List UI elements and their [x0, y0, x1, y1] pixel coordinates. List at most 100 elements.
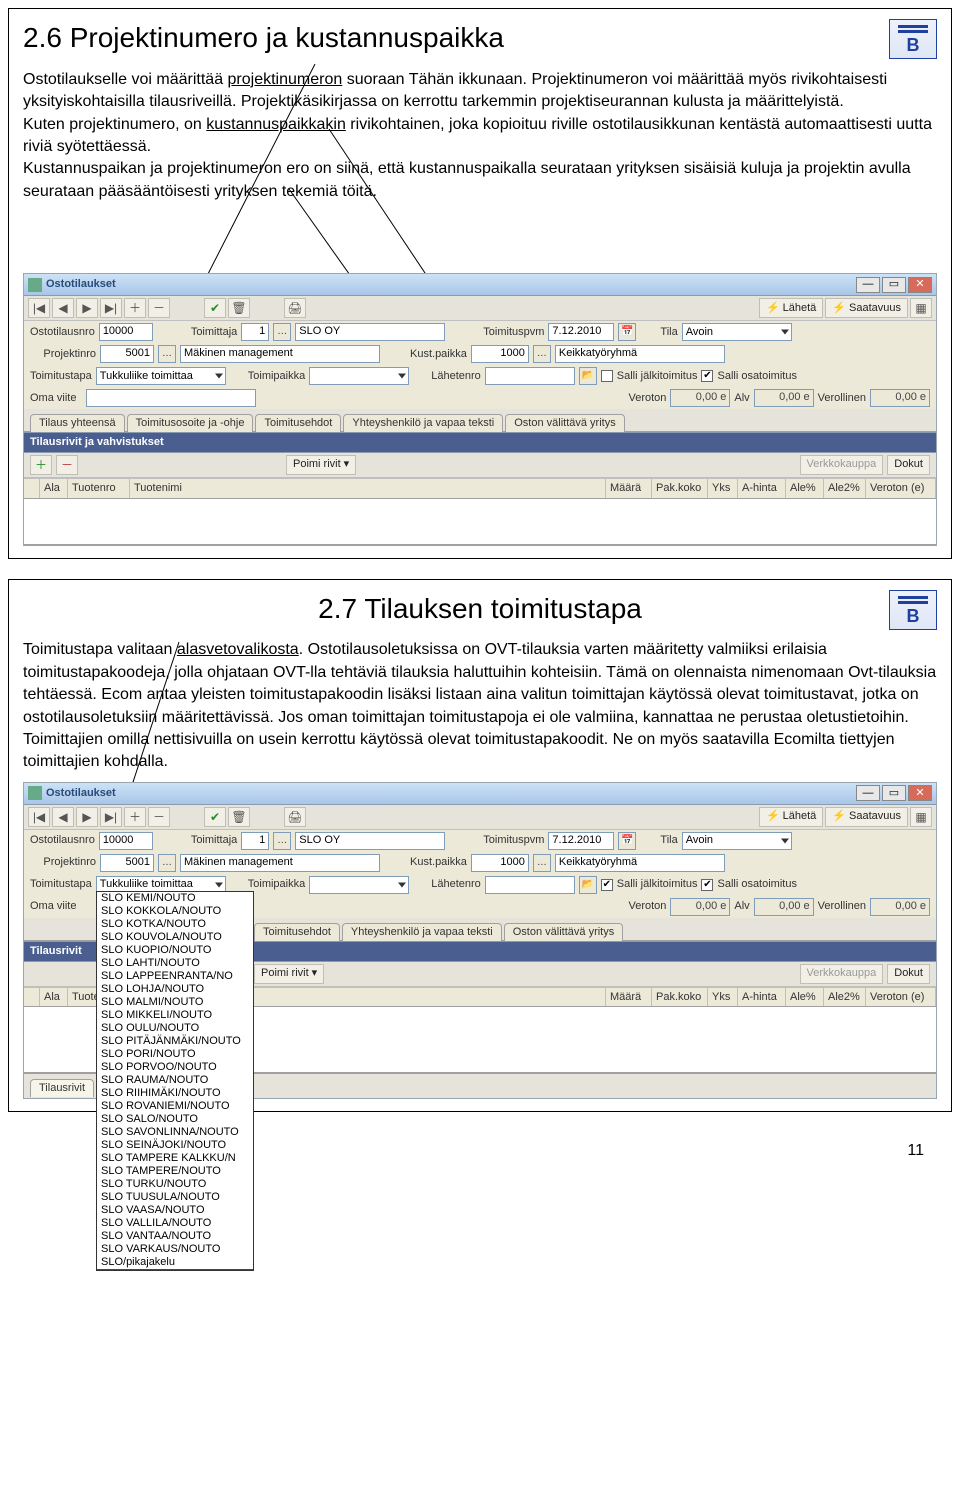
dropdown-option[interactable]: SLO TAMPERE/NOUTO [97, 1165, 253, 1178]
lookup-toimittaja-icon[interactable]: … [273, 323, 291, 341]
col-ahinta[interactable]: A-hinta [738, 479, 786, 498]
verkkokauppa-button-2[interactable]: Verkkokauppa [800, 964, 884, 984]
field-kustpaikka-nimi[interactable]: Keikkatyöryhmä [555, 345, 725, 363]
lookup-projekti-icon[interactable]: … [158, 345, 176, 363]
verkkokauppa-button[interactable]: Verkkokauppa [800, 455, 884, 475]
col-pakkoko[interactable]: Pak.koko [652, 479, 708, 498]
grid-remove-icon[interactable]: － [56, 455, 78, 475]
dropdown-option[interactable]: SLO LAPPEENRANTA/NO [97, 970, 253, 983]
nav-first-icon-2[interactable]: |◀ [28, 807, 50, 827]
lookup-kustpaikka-icon[interactable]: … [533, 345, 551, 363]
calendar-icon-2[interactable]: 📅 [618, 832, 636, 850]
extra-icon-2[interactable]: ▦ [910, 807, 932, 827]
lookup-lahete-icon[interactable]: 📂 [579, 367, 597, 385]
availability-button-2[interactable]: ⚡Saatavuus [825, 807, 908, 827]
field-toimituspvm[interactable]: 7.12.2010 [548, 323, 614, 341]
field-kustpaikka-nimi-2[interactable]: Keikkatyöryhmä [555, 854, 725, 872]
field-oma-viite[interactable] [86, 389, 256, 407]
poimi-button[interactable]: Poimi rivit ▾ [286, 455, 356, 475]
field-lahetenro[interactable] [485, 367, 575, 385]
lookup-lahete-2-icon[interactable]: 📂 [579, 876, 597, 894]
tab-yhteyshenkilo[interactable]: Yhteyshenkilö ja vapaa teksti [343, 414, 503, 432]
col-ale2[interactable]: Ale2% [824, 479, 866, 498]
dropdown-option[interactable]: SLO PITÄJÄNMÄKI/NOUTO [97, 1035, 253, 1048]
extra-icon[interactable]: ▦ [910, 298, 932, 318]
dropdown-option[interactable]: SLO MALMI/NOUTO [97, 996, 253, 1009]
nav-prev-icon[interactable]: ◀ [52, 298, 74, 318]
tab-yhteyshenkilo-2[interactable]: Yhteyshenkilö ja vapaa teksti [342, 923, 502, 941]
toimitustapa-dropdown-list[interactable]: SLO KEMI/NOUTOSLO KOKKOLA/NOUTOSLO KOTKA… [96, 891, 254, 1271]
dropdown-option[interactable]: SLO/pikajakelu [97, 1256, 253, 1269]
dropdown-option[interactable]: SLO LAHTI/NOUTO [97, 957, 253, 970]
tab-toimitusehdot-2[interactable]: Toimitusehdot [254, 923, 340, 941]
field-tila[interactable]: Avoin [682, 323, 792, 341]
dropdown-option[interactable]: SLO KUOPIO/NOUTO [97, 944, 253, 957]
field-toimittaja-nimi[interactable]: SLO OY [295, 323, 445, 341]
dropdown-option[interactable]: Tukkuliike toimittaa [97, 1269, 253, 1271]
field-toimitustapa[interactable]: Tukkuliike toimittaa [96, 367, 226, 385]
field-toimittaja-id-2[interactable]: 1 [241, 832, 269, 850]
add-icon[interactable]: ＋ [124, 298, 146, 318]
col-maara[interactable]: Määrä [606, 479, 652, 498]
field-ostotilausnro-2[interactable]: 10000 [99, 832, 153, 850]
bottom-tab-tilausrivit[interactable]: Tilausrivit [30, 1079, 94, 1097]
dropdown-option[interactable]: SLO TUUSULA/NOUTO [97, 1191, 253, 1204]
nav-first-icon[interactable]: |◀ [28, 298, 50, 318]
dropdown-option[interactable]: SLO KOTKA/NOUTO [97, 918, 253, 931]
max-button-2[interactable]: ▭ [882, 785, 906, 801]
field-toimittaja-id[interactable]: 1 [241, 323, 269, 341]
field-projektinro-2[interactable]: 5001 [100, 854, 154, 872]
tab-oston-valittava[interactable]: Oston välittävä yritys [505, 414, 624, 432]
delete-icon-2[interactable]: 🗑 [228, 807, 250, 827]
dropdown-option[interactable]: SLO VANTAA/NOUTO [97, 1230, 253, 1243]
dropdown-option[interactable]: SLO RAUMA/NOUTO [97, 1074, 253, 1087]
dropdown-option[interactable]: SLO LOHJA/NOUTO [97, 983, 253, 996]
field-toimipaikka-2[interactable] [309, 876, 409, 894]
send-button-2[interactable]: ⚡Lähetä [759, 807, 823, 827]
tab-oston-valittava-2[interactable]: Oston välittävä yritys [504, 923, 623, 941]
dokut-button-2[interactable]: Dokut [887, 964, 930, 984]
tab-tilaus-yhteensa[interactable]: Tilaus yhteensä [30, 414, 125, 432]
close-button-2[interactable]: ✕ [908, 785, 932, 801]
col-tuotenro[interactable]: Tuotenro [68, 479, 130, 498]
field-kustpaikka[interactable]: 1000 [471, 345, 529, 363]
dropdown-option[interactable]: SLO SEINÄJOKI/NOUTO [97, 1139, 253, 1152]
delete-icon[interactable]: 🗑 [228, 298, 250, 318]
field-toimipaikka[interactable] [309, 367, 409, 385]
dropdown-option[interactable]: SLO KOUVOLA/NOUTO [97, 931, 253, 944]
availability-button[interactable]: ⚡Saatavuus [825, 298, 908, 318]
nav-next-icon[interactable]: ▶ [76, 298, 98, 318]
dropdown-option[interactable]: SLO VAASA/NOUTO [97, 1204, 253, 1217]
tab-toimitusosoite[interactable]: Toimitusosoite ja -ohje [127, 414, 254, 432]
field-projektinro[interactable]: 5001 [100, 345, 154, 363]
col-ale[interactable]: Ale% [786, 479, 824, 498]
nav-last-icon[interactable]: ▶| [100, 298, 122, 318]
dropdown-option[interactable]: SLO RIIHIMÄKI/NOUTO [97, 1087, 253, 1100]
chk-salli-osa[interactable]: ✔ [701, 370, 713, 382]
col-ala[interactable]: Ala [40, 479, 68, 498]
lookup-projekti-2-icon[interactable]: … [158, 854, 176, 872]
dropdown-option[interactable]: SLO TAMPERE KALKKU/N [97, 1152, 253, 1165]
chk-salli-jalki[interactable] [601, 370, 613, 382]
dropdown-option[interactable]: SLO ROVANIEMI/NOUTO [97, 1100, 253, 1113]
lookup-toimittaja-2-icon[interactable]: … [273, 832, 291, 850]
dropdown-option[interactable]: SLO SAVONLINNA/NOUTO [97, 1126, 253, 1139]
field-lahetenro-2[interactable] [485, 876, 575, 894]
dropdown-option[interactable]: SLO KEMI/NOUTO [97, 892, 253, 905]
close-button[interactable]: ✕ [908, 277, 932, 293]
dokut-button[interactable]: Dokut [887, 455, 930, 475]
print-icon[interactable]: 🖨 [284, 298, 306, 318]
grid-add-icon[interactable]: ＋ [30, 455, 52, 475]
dropdown-option[interactable]: SLO VARKAUS/NOUTO [97, 1243, 253, 1256]
accept-icon-2[interactable]: ✔ [204, 807, 226, 827]
dropdown-option[interactable]: SLO OULU/NOUTO [97, 1022, 253, 1035]
grid-body[interactable] [24, 499, 936, 545]
field-ostotilausnro[interactable]: 10000 [99, 323, 153, 341]
lookup-kustpaikka-2-icon[interactable]: … [533, 854, 551, 872]
dropdown-option[interactable]: SLO PORI/NOUTO [97, 1048, 253, 1061]
min-button-2[interactable]: — [856, 785, 880, 801]
dropdown-option[interactable]: SLO VALLILA/NOUTO [97, 1217, 253, 1230]
send-button[interactable]: ⚡Lähetä [759, 298, 823, 318]
accept-icon[interactable]: ✔ [204, 298, 226, 318]
field-projektinimi[interactable]: Mäkinen management [180, 345, 380, 363]
